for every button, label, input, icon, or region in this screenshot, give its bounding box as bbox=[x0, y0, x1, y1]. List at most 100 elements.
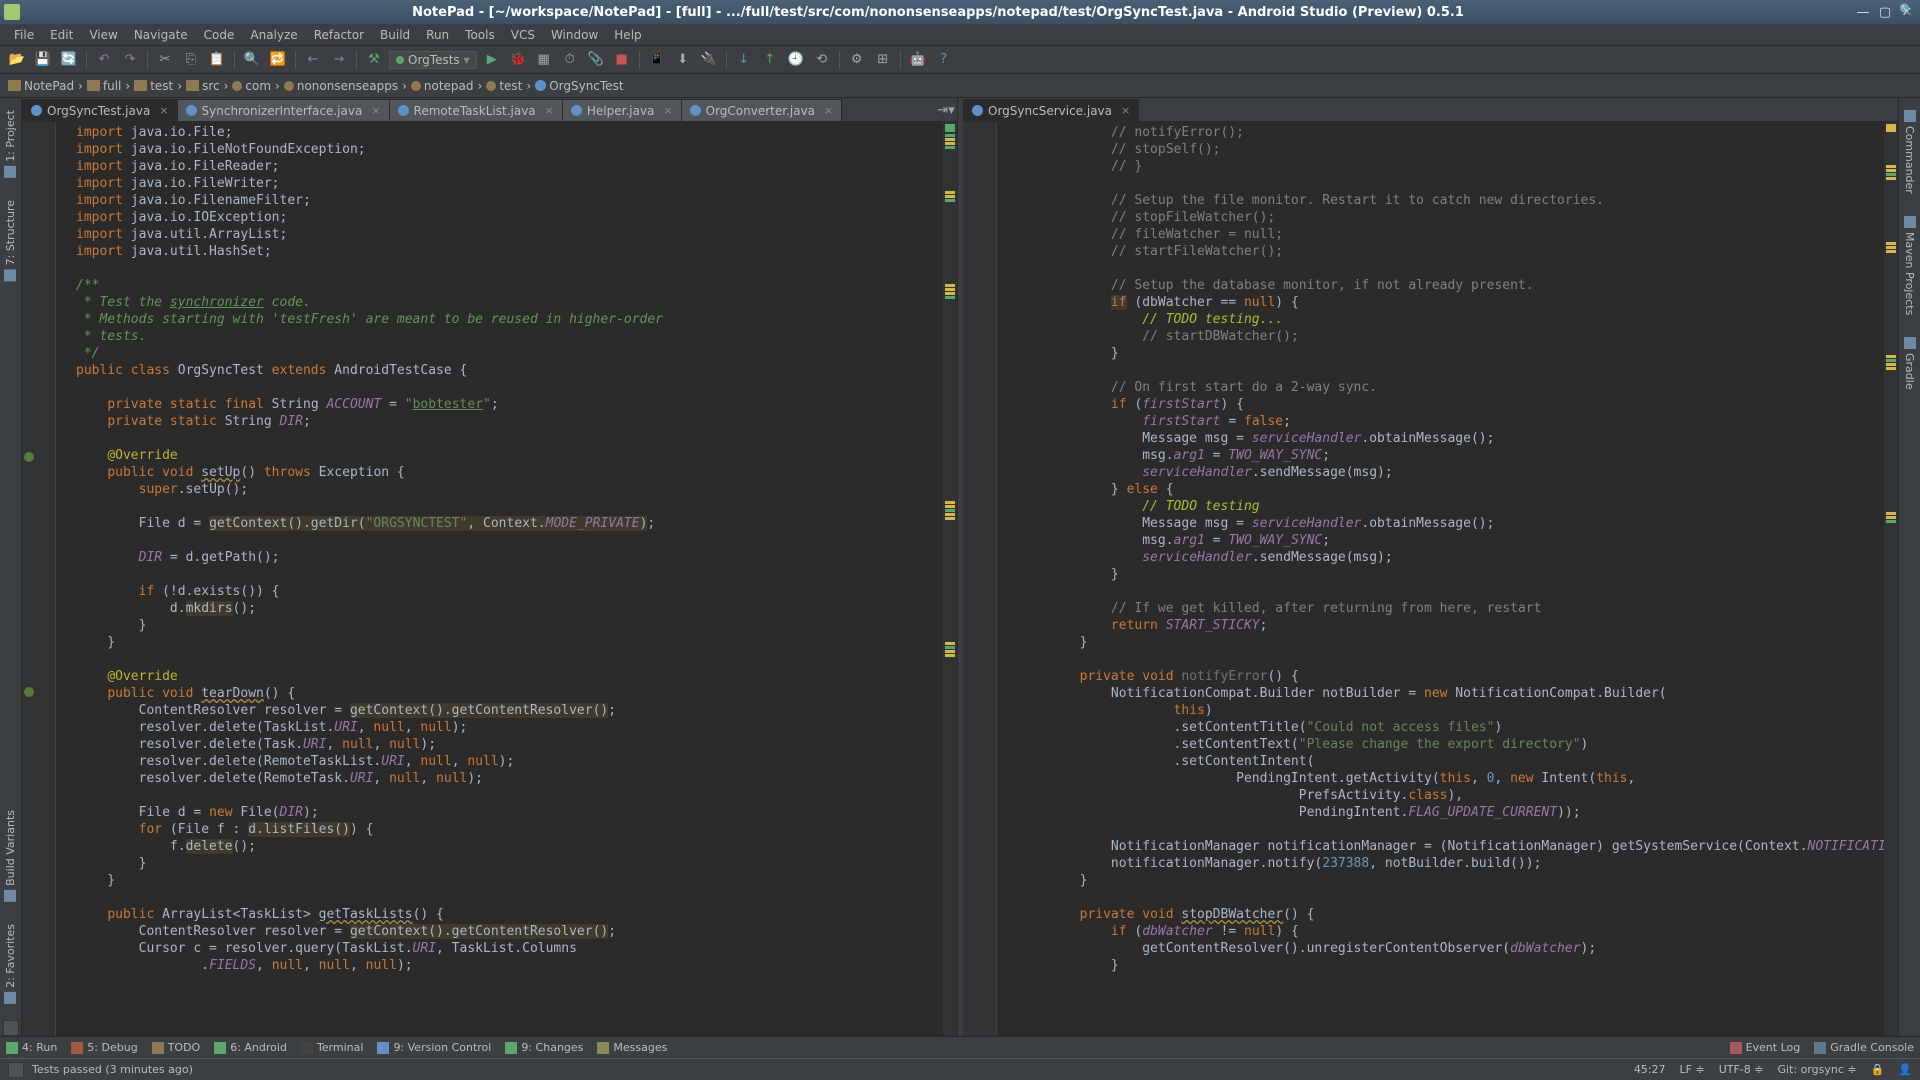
tool-build-variants[interactable]: Build Variants bbox=[4, 804, 17, 908]
error-stripe[interactable] bbox=[943, 122, 957, 1036]
crumb-pkg2[interactable]: nononsenseapps bbox=[280, 79, 402, 93]
vcs-commit-icon[interactable]: ↑ bbox=[759, 49, 781, 71]
git-branch[interactable]: Git: orgsync ≑ bbox=[1777, 1063, 1856, 1076]
avd-icon[interactable]: 📱 bbox=[646, 49, 668, 71]
tool-maven[interactable]: Maven Projects bbox=[1903, 210, 1916, 321]
error-stripe[interactable] bbox=[1884, 122, 1898, 1036]
tool-todo[interactable]: TODO bbox=[152, 1041, 201, 1054]
open-icon[interactable]: 📂 bbox=[6, 49, 28, 71]
line-separator[interactable]: LF ≑ bbox=[1680, 1063, 1705, 1076]
crumb-project[interactable]: NotePad bbox=[4, 79, 78, 93]
override-marker-icon[interactable] bbox=[24, 687, 34, 697]
vcs-history-icon[interactable]: 🕘 bbox=[785, 49, 807, 71]
sdk-icon[interactable]: ⬇ bbox=[672, 49, 694, 71]
undo-icon[interactable]: ↶ bbox=[93, 49, 115, 71]
inspector-icon[interactable]: 👤 bbox=[1898, 1063, 1912, 1076]
fold-gutter[interactable] bbox=[997, 122, 1011, 1036]
tool-commander[interactable]: Commander bbox=[1903, 104, 1916, 200]
tool-android[interactable]: 6: Android bbox=[214, 1041, 287, 1054]
menu-analyze[interactable]: Analyze bbox=[242, 26, 305, 44]
tool-windows-quick-icon[interactable] bbox=[8, 1062, 24, 1078]
tool-structure[interactable]: 7: Structure bbox=[4, 194, 17, 287]
minimize-button[interactable]: — bbox=[1854, 5, 1872, 19]
coverage-icon[interactable]: ▦ bbox=[533, 49, 555, 71]
tool-gradle-console[interactable]: Gradle Console bbox=[1814, 1041, 1914, 1054]
help-icon[interactable]: ? bbox=[933, 49, 955, 71]
project-structure-icon[interactable]: ⊞ bbox=[872, 49, 894, 71]
profile-icon[interactable]: ⏱ bbox=[559, 49, 581, 71]
debug-icon[interactable]: 🐞 bbox=[507, 49, 529, 71]
crumb-pkg1[interactable]: com bbox=[228, 79, 275, 93]
close-icon[interactable]: × bbox=[824, 104, 833, 117]
menu-refactor[interactable]: Refactor bbox=[306, 26, 372, 44]
forward-icon[interactable]: → bbox=[328, 49, 350, 71]
cut-icon[interactable]: ✂ bbox=[154, 49, 176, 71]
menu-run[interactable]: Run bbox=[418, 26, 457, 44]
file-encoding[interactable]: UTF-8 ≑ bbox=[1719, 1063, 1764, 1076]
run-icon[interactable]: ▶ bbox=[481, 49, 503, 71]
tool-favorites[interactable]: 2: Favorites bbox=[4, 918, 17, 1010]
tool-gradle[interactable]: Gradle bbox=[1903, 331, 1916, 396]
gutter[interactable] bbox=[22, 122, 56, 1036]
menu-view[interactable]: View bbox=[81, 26, 125, 44]
tab-helper[interactable]: Helper.java× bbox=[562, 99, 682, 121]
crumb-test[interactable]: test bbox=[130, 79, 177, 93]
menu-file[interactable]: File bbox=[6, 26, 42, 44]
copy-icon[interactable]: ⎘ bbox=[180, 49, 202, 71]
tab-remote-tasklist[interactable]: RemoteTaskList.java× bbox=[389, 99, 563, 121]
lock-icon[interactable]: 🔒 bbox=[1871, 1063, 1885, 1076]
vcs-update-icon[interactable]: ↓ bbox=[733, 49, 755, 71]
vcs-revert-icon[interactable]: ⟲ bbox=[811, 49, 833, 71]
sync-icon[interactable]: 🔄 bbox=[58, 49, 80, 71]
tool-terminal[interactable]: Terminal bbox=[301, 1041, 364, 1054]
caret-position[interactable]: 45:27 bbox=[1634, 1063, 1666, 1076]
menu-tools[interactable]: Tools bbox=[457, 26, 503, 44]
menu-code[interactable]: Code bbox=[196, 26, 243, 44]
crumb-src[interactable]: src bbox=[182, 79, 224, 93]
tab-more-icon[interactable]: ⇥▾ bbox=[935, 99, 957, 121]
close-icon[interactable]: × bbox=[663, 104, 672, 117]
fold-gutter[interactable] bbox=[56, 122, 70, 1036]
left-code-area[interactable]: import java.io.File; import java.io.File… bbox=[22, 122, 957, 1036]
crumb-pkg4[interactable]: test bbox=[482, 79, 526, 93]
code-content-left[interactable]: import java.io.File; import java.io.File… bbox=[70, 122, 943, 1036]
menu-window[interactable]: Window bbox=[543, 26, 606, 44]
tab-synchronizer-interface[interactable]: SynchronizerInterface.java× bbox=[177, 99, 390, 121]
code-content-right[interactable]: // notifyError(); // stopSelf(); // } //… bbox=[1011, 122, 1884, 1036]
close-icon[interactable]: × bbox=[371, 104, 380, 117]
tab-orgsynctest[interactable]: OrgSyncTest.java× bbox=[22, 99, 178, 121]
find-icon[interactable]: 🔍 bbox=[241, 49, 263, 71]
replace-icon[interactable]: 🔁 bbox=[267, 49, 289, 71]
menu-navigate[interactable]: Navigate bbox=[126, 26, 196, 44]
menu-vcs[interactable]: VCS bbox=[503, 26, 543, 44]
tool-changes[interactable]: 9: Changes bbox=[505, 1041, 583, 1054]
tool-vcs[interactable]: 9: Version Control bbox=[377, 1041, 491, 1054]
override-marker-icon[interactable] bbox=[24, 452, 34, 462]
save-icon[interactable]: 💾 bbox=[32, 49, 54, 71]
close-icon[interactable]: × bbox=[159, 104, 168, 117]
make-icon[interactable]: ⚒ bbox=[363, 49, 385, 71]
android-icon[interactable]: 🤖 bbox=[907, 49, 929, 71]
search-everywhere-icon[interactable]: 🔍 bbox=[1899, 3, 1914, 17]
tool-run[interactable]: 4: Run bbox=[6, 1041, 57, 1054]
tool-debug[interactable]: 5: Debug bbox=[71, 1041, 137, 1054]
gutter[interactable] bbox=[963, 122, 997, 1036]
stop-icon[interactable]: ■ bbox=[611, 49, 633, 71]
paste-icon[interactable]: 📋 bbox=[206, 49, 228, 71]
close-icon[interactable]: × bbox=[1121, 104, 1130, 117]
crumb-pkg3[interactable]: notepad bbox=[407, 79, 478, 93]
redo-icon[interactable]: ↷ bbox=[119, 49, 141, 71]
tab-orgsyncservice[interactable]: OrgSyncService.java× bbox=[963, 99, 1139, 121]
tool-event-log[interactable]: Event Log bbox=[1730, 1041, 1801, 1054]
attach-icon[interactable]: 📎 bbox=[585, 49, 607, 71]
right-code-area[interactable]: // notifyError(); // stopSelf(); // } //… bbox=[963, 122, 1898, 1036]
maximize-button[interactable]: ▢ bbox=[1876, 5, 1894, 19]
tool-messages[interactable]: Messages bbox=[597, 1041, 667, 1054]
crumb-module[interactable]: full bbox=[83, 79, 126, 93]
run-config-selector[interactable]: OrgTests ▾ bbox=[389, 51, 477, 69]
tab-orgconverter[interactable]: OrgConverter.java× bbox=[681, 99, 843, 121]
close-icon[interactable]: × bbox=[545, 104, 554, 117]
settings-icon[interactable]: ⚙ bbox=[846, 49, 868, 71]
menu-edit[interactable]: Edit bbox=[42, 26, 81, 44]
tool-project[interactable]: 1: Project bbox=[4, 104, 17, 184]
